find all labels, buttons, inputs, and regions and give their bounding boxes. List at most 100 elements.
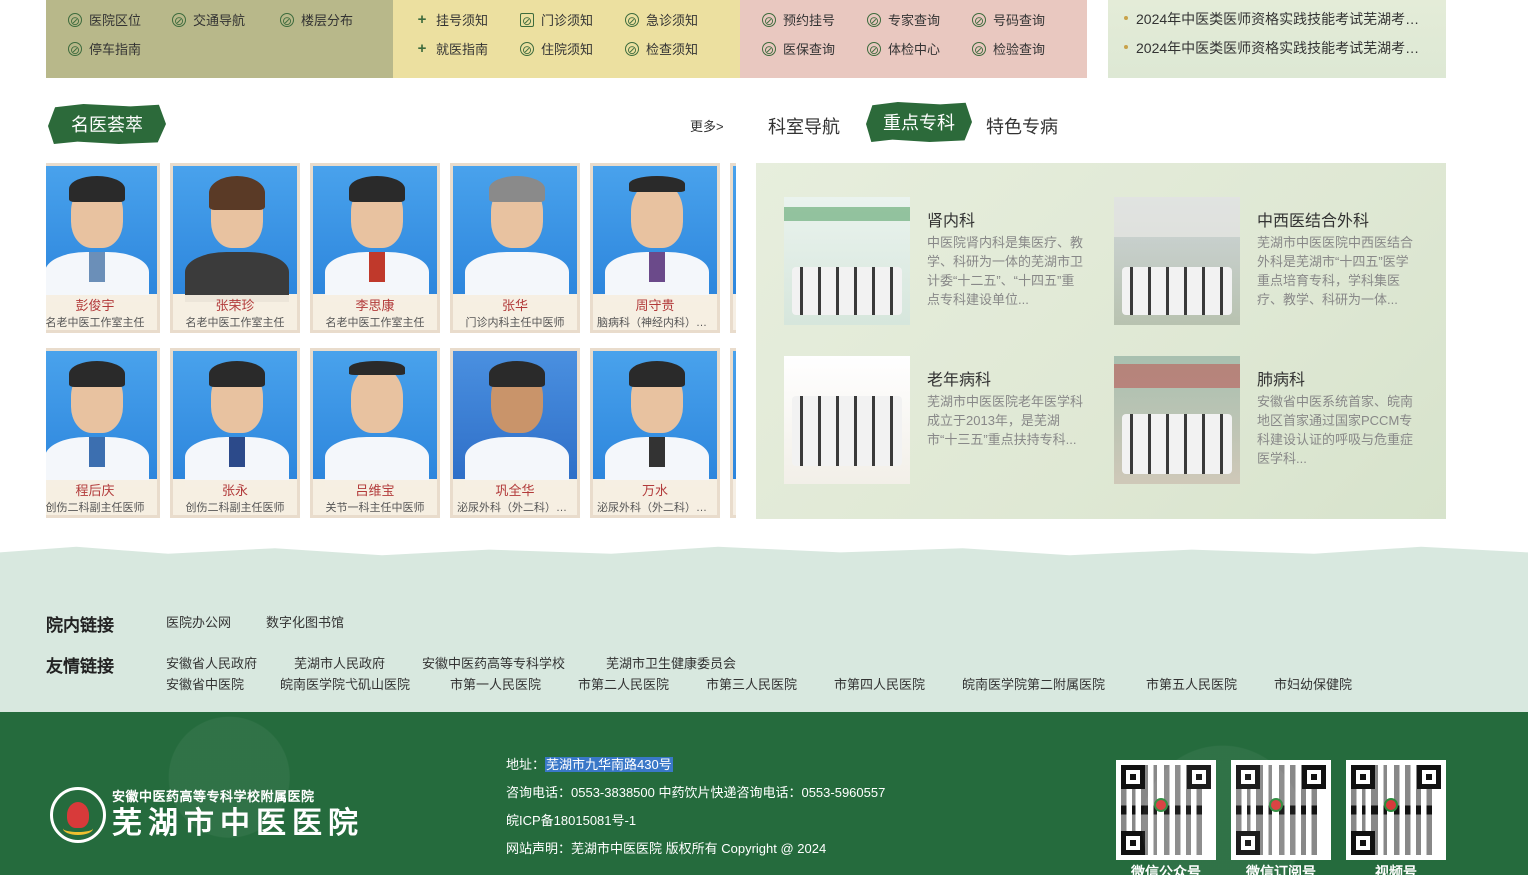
quick-link-emergency-notice[interactable]: ⊘ 急诊须知	[625, 10, 698, 29]
more-link[interactable]: 更多>	[690, 116, 724, 135]
quick-link-parking[interactable]: ⊘ 停车指南	[68, 39, 141, 58]
links-section: 院内链接 医院办公网 数字化图书馆 友情链接 安徽省人民政府 芜湖市人民政府 安…	[0, 556, 1528, 712]
footer-icp[interactable]: 皖ICP备18015081号-1	[506, 810, 636, 829]
doctor-card[interactable]: 彭俊宇 名老中医工作室主任	[46, 163, 160, 333]
doctor-title: 门诊内科主任中医师	[465, 317, 565, 329]
dept-card[interactable]: 中西医结合外科 芜湖市中医医院中西医结合外科是芜湖市“十四五”医学重点培育专科，…	[1114, 197, 1424, 327]
logo-title: 芜湖市中医医院	[112, 807, 364, 840]
doctor-title: 名老中医工作室主任	[185, 317, 285, 329]
footer-statement: 网站声明：芜湖市中医医院 版权所有 Copyright @ 2024	[506, 841, 827, 856]
quick-link-hospital-area[interactable]: ⊘ 医院区位	[68, 10, 141, 29]
doctor-photo	[46, 166, 157, 302]
news-item[interactable]: 2024年中医类医师资格实践技能考试芜湖考点考生须知	[1124, 38, 1424, 58]
doctor-name: 程后庆	[75, 483, 115, 498]
internal-link[interactable]: 数字化图书馆	[266, 612, 344, 631]
dept-photo	[784, 197, 910, 325]
friend-link[interactable]: 安徽中医药高等专科学校	[422, 653, 565, 672]
doctor-name: 吕维宝	[355, 483, 395, 498]
doctors-section-title: 名医荟萃	[48, 104, 166, 144]
doctor-name: 李思康	[355, 298, 395, 313]
logo-subtitle: 安徽中医药高等专科学校附属医院	[112, 789, 315, 804]
friend-link[interactable]: 市第五人民医院	[1146, 674, 1237, 693]
doctor-card[interactable]: 巩全华 泌尿外科（外二科）主任	[450, 348, 580, 518]
dept-desc: 芜湖市中医医院中西医结合外科是芜湖市“十四五”医学重点培育专科，学科集医疗、教学…	[1257, 235, 1414, 307]
compass-icon: ⊘	[762, 41, 776, 57]
compass-icon: ⊘	[867, 12, 881, 28]
dept-title: 肾内科	[927, 213, 976, 230]
news-item[interactable]: 2024年中医类医师资格实践技能考试芜湖考点考生须知	[1124, 9, 1424, 29]
doctor-card[interactable]: 张永 创伤二科副主任医师	[170, 348, 300, 518]
doctor-card-partial[interactable]	[730, 348, 736, 518]
doctor-photo	[733, 351, 736, 479]
doctor-name: 张荣珍	[215, 298, 255, 313]
doctor-card[interactable]: 万水 泌尿外科（外二科）主任	[590, 348, 720, 518]
dept-photo	[1114, 197, 1240, 325]
friend-link[interactable]: 皖南医学院弋矶山医院	[280, 674, 410, 693]
friend-link[interactable]: 安徽省人民政府	[166, 653, 257, 672]
doctor-card[interactable]: 张华 门诊内科主任中医师	[450, 163, 580, 333]
doctor-title: 名老中医工作室主任	[325, 317, 425, 329]
person-icon: ⊘	[68, 41, 82, 57]
qr-code-video-channel	[1346, 760, 1446, 860]
quick-link-checkup-center[interactable]: ⊘ 体检中心	[867, 39, 940, 58]
internal-link[interactable]: 医院办公网	[166, 612, 231, 631]
friend-link[interactable]: 市妇幼保健院	[1274, 674, 1352, 693]
friend-link[interactable]: 安徽省中医院	[166, 674, 244, 693]
quick-link-floors[interactable]: ⊘ 楼层分布	[280, 10, 353, 29]
doctor-card[interactable]: 李思康名老中医工作室主任	[310, 163, 440, 333]
friend-link[interactable]: 皖南医学院第二附属医院	[962, 674, 1105, 693]
site-footer: 安徽中医药高等专科学校附属医院 芜湖市中医医院 地址：芜湖市九华南路430号 咨…	[0, 712, 1528, 875]
quick-link-traffic[interactable]: ⊘ 交通导航	[172, 10, 245, 29]
quick-link-inpatient-notice[interactable]: ⊘ 住院须知	[520, 39, 593, 58]
quick-link-number-search[interactable]: ⊘ 号码查询	[972, 10, 1045, 29]
news-list: 2024年中医类医师资格实践技能考试芜湖考点考生须知 2024年中医类医师资格实…	[1108, 0, 1446, 78]
compass-icon: ⊘	[972, 41, 986, 57]
quick-link-outpatient-notice[interactable]: ⊘ 门诊须知	[520, 10, 593, 29]
compass-icon: ⊘	[520, 41, 534, 57]
quick-link-exam-notice[interactable]: ⊘ 检查须知	[625, 39, 698, 58]
quick-link-medical-guide[interactable]: + 就医指南	[415, 39, 488, 58]
hospital-logo[interactable]: 安徽中医药高等专科学校附属医院 芜湖市中医医院	[50, 786, 364, 843]
friend-link[interactable]: 市第四人民医院	[834, 674, 925, 693]
clinic-icon: ⊘	[520, 12, 534, 28]
compass-icon: ⊘	[762, 12, 776, 28]
doctor-card[interactable]: 吕维宝 关节一科主任中医师	[310, 348, 440, 518]
dept-desc: 芜湖市中医医院老年医学科成立于2013年，是芜湖市“十三五”重点扶持专科...	[927, 394, 1084, 447]
tab-dept-nav[interactable]: 科室导航	[768, 113, 840, 139]
doctor-title: 创伤二科副主任医师	[46, 502, 145, 514]
friend-links-label: 友情链接	[46, 657, 114, 676]
hospital-seal-icon	[50, 786, 106, 843]
friend-link[interactable]: 芜湖市人民政府	[294, 653, 385, 672]
doctor-photo	[733, 166, 736, 294]
person-icon: ⊘	[280, 12, 294, 28]
friend-link[interactable]: 市第二人民医院	[578, 674, 669, 693]
dept-title: 肺病科	[1257, 372, 1306, 389]
internal-links-label: 院内链接	[46, 616, 114, 635]
tab-key-specialty[interactable]: 重点专科	[866, 102, 972, 142]
doctor-title: 泌尿外科（外二科）主任	[457, 502, 577, 514]
quick-link-appointment[interactable]: ⊘ 预约挂号	[762, 10, 835, 29]
doctor-card[interactable]: 周守贵 脑病科（神经内科）主任	[590, 163, 720, 333]
doctor-photo	[593, 351, 717, 487]
plus-icon: +	[417, 10, 427, 28]
tab-featured-disease[interactable]: 特色专病	[986, 113, 1058, 139]
quick-link-expert-search[interactable]: ⊘ 专家查询	[867, 10, 940, 29]
doctor-card[interactable]: 张荣珍名老中医工作室主任	[170, 163, 300, 333]
doctor-card[interactable]: 程后庆创伤二科副主任医师	[46, 348, 160, 518]
doctor-photo	[46, 351, 157, 487]
dept-card[interactable]: 老年病科 芜湖市中医医院老年医学科成立于2013年，是芜湖市“十三五”重点扶持专…	[784, 356, 1094, 486]
doctor-card-partial[interactable]	[730, 163, 736, 333]
dept-card[interactable]: 肺病科 安徽省中医系统首家、皖南地区首家通过国家PCCM专科建设认证的呼吸与危重…	[1114, 356, 1424, 486]
doctor-title: 名老中医工作室主任	[46, 317, 145, 329]
quick-links-guide: + 挂号须知 ⊘ 门诊须知 ⊘ 急诊须知 + 就医指南 ⊘ 住院须知 ⊘ 检查须知	[393, 0, 740, 78]
qr-code-wechat-official	[1116, 760, 1216, 860]
quick-links-service: ⊘ 预约挂号 ⊘ 专家查询 ⊘ 号码查询 ⊘ 医保查询 ⊘ 体检中心 ⊘ 检验查询	[740, 0, 1087, 78]
friend-link[interactable]: 芜湖市卫生健康委员会	[606, 653, 736, 672]
qr-caption: 微信公众号	[1131, 864, 1201, 875]
quick-link-insurance-search[interactable]: ⊘ 医保查询	[762, 39, 835, 58]
friend-link[interactable]: 市第三人民医院	[706, 674, 797, 693]
friend-link[interactable]: 市第一人民医院	[450, 674, 541, 693]
dept-card[interactable]: 肾内科 中医院肾内科是集医疗、教学、科研为一体的芜湖市卫计委“十二五”、“十四五…	[784, 197, 1094, 327]
quick-link-lab-search[interactable]: ⊘ 检验查询	[972, 39, 1045, 58]
quick-link-register-notice[interactable]: + 挂号须知	[415, 10, 488, 29]
